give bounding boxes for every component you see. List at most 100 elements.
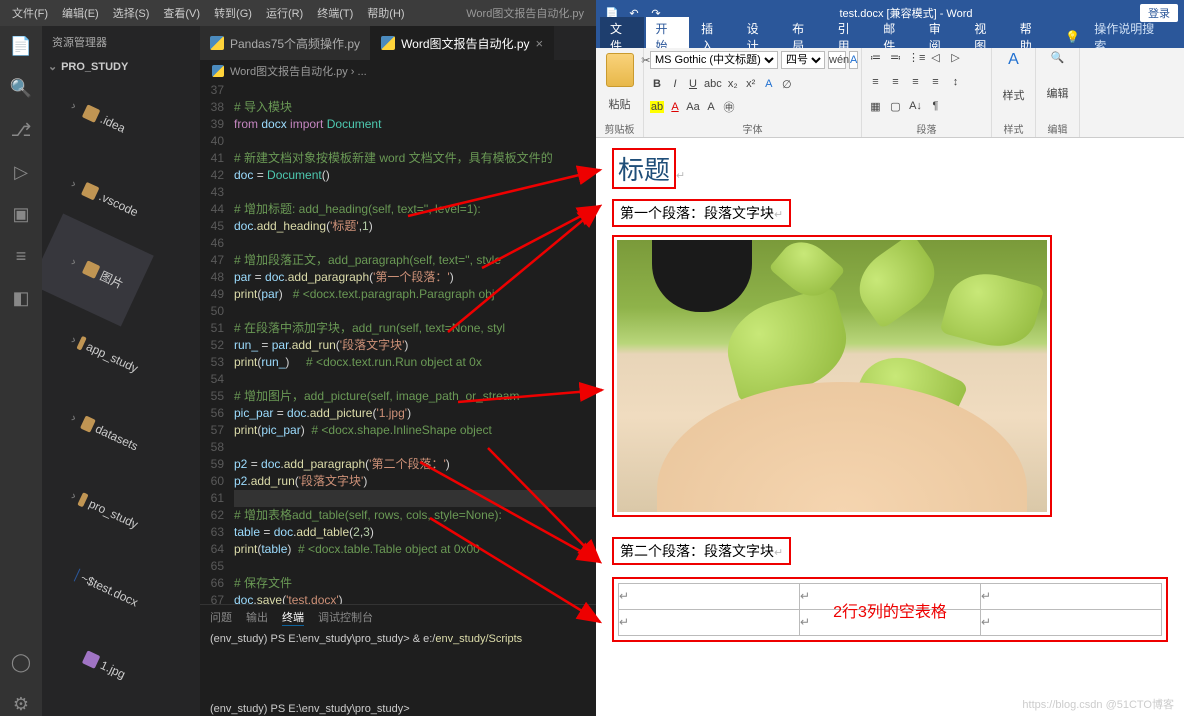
workspace-root[interactable]: ⌄ PRO_STUDY [42,58,200,75]
show-marks-icon[interactable]: ¶ [928,100,943,113]
bullets-icon[interactable]: ≔ [868,51,883,64]
code-editor[interactable]: 37 38 39 40 41 42 43 44 45 46 47 48 49 5… [200,82,596,604]
panel-tab-output[interactable]: 输出 [246,609,268,626]
doc-image[interactable] [617,240,1047,512]
explorer-title: 资源管理器 [42,26,200,58]
align-left-icon[interactable]: ≡ [868,76,883,88]
debug-icon[interactable]: ▷ [9,160,33,184]
find-icon[interactable]: 🔍 [1051,51,1065,64]
scm-icon[interactable]: ⎇ [9,118,33,142]
remote-icon[interactable]: ◧ [9,286,33,310]
char-border-icon[interactable]: A [849,51,858,69]
panel-tab-debug[interactable]: 调试控制台 [318,609,373,626]
folder-icon [82,260,101,279]
menu-select[interactable]: 选择(S) [107,2,156,24]
styles-button[interactable]: 样式 [1003,87,1025,103]
justify-icon[interactable]: ≡ [928,76,943,88]
pinyin-guide-icon[interactable]: wén [828,51,846,69]
folder-icon [81,182,99,200]
font-size-select[interactable]: 四号 [781,51,825,69]
close-icon[interactable]: × [536,36,544,51]
menu-file[interactable]: 文件(F) [6,2,54,24]
doc-table[interactable]: ↵↵↵ ↵↵↵ [618,583,1162,636]
grow-font-icon[interactable]: A [704,101,718,113]
multilevel-icon[interactable]: ⋮≡ [908,51,923,64]
bottom-panel: 问题 输出 终端 调试控制台 (env_study) PS E:\env_stu… [200,604,596,716]
folder-icon [80,415,96,432]
menu-go[interactable]: 转到(G) [208,2,258,24]
tab-pandas[interactable]: Pandas75个高频操作.py [200,26,371,60]
leaf-icon [939,265,1044,356]
line-gutter: 37 38 39 40 41 42 43 44 45 46 47 48 49 5… [200,82,234,604]
document-area[interactable]: 标题↵ 第一个段落：段落文字块↵ 第二个段落：段落文字块↵ ↵↵↵ ↵↵↵ 2行… [596,138,1184,716]
doc-table-box: ↵↵↵ ↵↵↵ 2行3列的空表格 [612,577,1168,642]
doc-paragraph-1[interactable]: 第一个段落：段落文字块↵ [612,199,791,227]
enclose-icon[interactable]: ㊥ [722,99,736,115]
sort-icon[interactable]: A↓ [908,100,923,113]
styles-icon[interactable]: A [1008,51,1019,69]
paste-icon[interactable]: ✂ [606,53,634,87]
borders-icon[interactable]: ▢ [888,100,903,113]
underline-button[interactable]: U [686,78,700,90]
align-center-icon[interactable]: ≡ [888,76,903,88]
search-icon[interactable]: 🔍 [9,76,33,100]
font-group: MS Gothic (中文标题) 四号 wén A B I U abc x₂ x… [644,48,862,137]
italic-button[interactable]: I [668,78,682,90]
folder-icon [82,104,101,123]
doc-heading[interactable]: 标题 [612,148,676,189]
settings-icon[interactable]: ⚙ [9,692,33,716]
text-effects-icon[interactable]: A [762,78,776,90]
doc-paragraph-2[interactable]: 第二个段落：段落文字块↵ [612,537,791,565]
group-label-clipboard: 剪贴板 [605,121,635,136]
menu-terminal[interactable]: 终端(T) [311,2,359,24]
extensions-icon[interactable]: ▣ [9,202,33,226]
increase-indent-icon[interactable]: ▷ [948,51,963,64]
terminal-output[interactable]: (env_study) PS E:\env_study\pro_study> &… [200,630,596,716]
numbering-icon[interactable]: ≕ [888,51,903,64]
table-row[interactable]: ↵↵↵ [619,610,1162,636]
tab-word-report[interactable]: Word图文报告自动化.py× [371,26,554,60]
editor-tabs: Pandas75个高频操作.py Word图文报告自动化.py× [200,26,596,60]
editing-button[interactable]: 编辑 [1047,85,1069,101]
breadcrumb[interactable]: Word图文报告自动化.py › ... [200,60,596,82]
font-name-select[interactable]: MS Gothic (中文标题) [650,51,778,69]
python-icon [381,36,395,50]
font-color-icon[interactable]: A [668,101,682,113]
highlight-icon[interactable]: ab [650,101,664,113]
shading-icon[interactable]: ▦ [868,100,883,113]
explorer-icon[interactable]: 📄 [9,34,33,58]
strike-button[interactable]: abc [704,78,722,90]
vscode-menubar: 文件(F) 编辑(E) 选择(S) 查看(V) 转到(G) 运行(R) 终端(T… [0,0,596,26]
decrease-indent-icon[interactable]: ◁ [928,51,943,64]
watermark: https://blog.csdn @51CTO博客 [1022,696,1174,712]
menu-view[interactable]: 查看(V) [157,2,206,24]
leaf-icon [846,240,947,329]
ribbon-tabs: 文件 开始 插入 设计 布局 引用 邮件 审阅 视图 帮助 💡 操作说明搜索 [596,26,1184,48]
table-row[interactable]: ↵↵↵ [619,584,1162,610]
activity-bar: 📄 🔍 ⎇ ▷ ▣ ≡ ◧ ◯ ⚙ [0,26,42,716]
subscript-button[interactable]: x₂ [726,78,740,90]
superscript-button[interactable]: x² [744,78,758,90]
align-right-icon[interactable]: ≡ [908,76,923,88]
file-tree: ›.idea›.vscode›图片›app_study›datasets›pro… [42,75,200,716]
cut-icon[interactable]: ✂ [641,54,650,67]
panel-tab-problems[interactable]: 问题 [210,609,232,626]
database-icon[interactable]: ≡ [9,244,33,268]
bold-button[interactable]: B [650,78,664,90]
menu-help[interactable]: 帮助(H) [361,2,410,24]
window-title: Word图文报告自动化.py [460,2,590,24]
explorer-sidebar: 资源管理器 ⌄ PRO_STUDY ›.idea›.vscode›图片›app_… [42,26,200,716]
paste-button[interactable]: 粘贴 [609,96,631,112]
group-label-styles: 样式 [1004,121,1024,136]
account-icon[interactable]: ◯ [9,650,33,674]
menu-run[interactable]: 运行(R) [260,2,309,24]
panel-tab-terminal[interactable]: 终端 [282,609,304,626]
line-spacing-icon[interactable]: ↕ [948,76,963,88]
change-case-icon[interactable]: Aa [686,101,700,113]
pilcrow-icon: ↵ [676,170,685,182]
code-content[interactable]: # 导入模块from docx import Document # 新建文档对象… [234,82,596,604]
menu-edit[interactable]: 编辑(E) [56,2,105,24]
clipboard-group: ✂ 粘贴 剪贴板 [596,48,644,137]
clear-format-icon[interactable]: ∅ [780,78,794,91]
ribbon: ✂ 粘贴 剪贴板 MS Gothic (中文标题) 四号 wén A B I U… [596,48,1184,138]
